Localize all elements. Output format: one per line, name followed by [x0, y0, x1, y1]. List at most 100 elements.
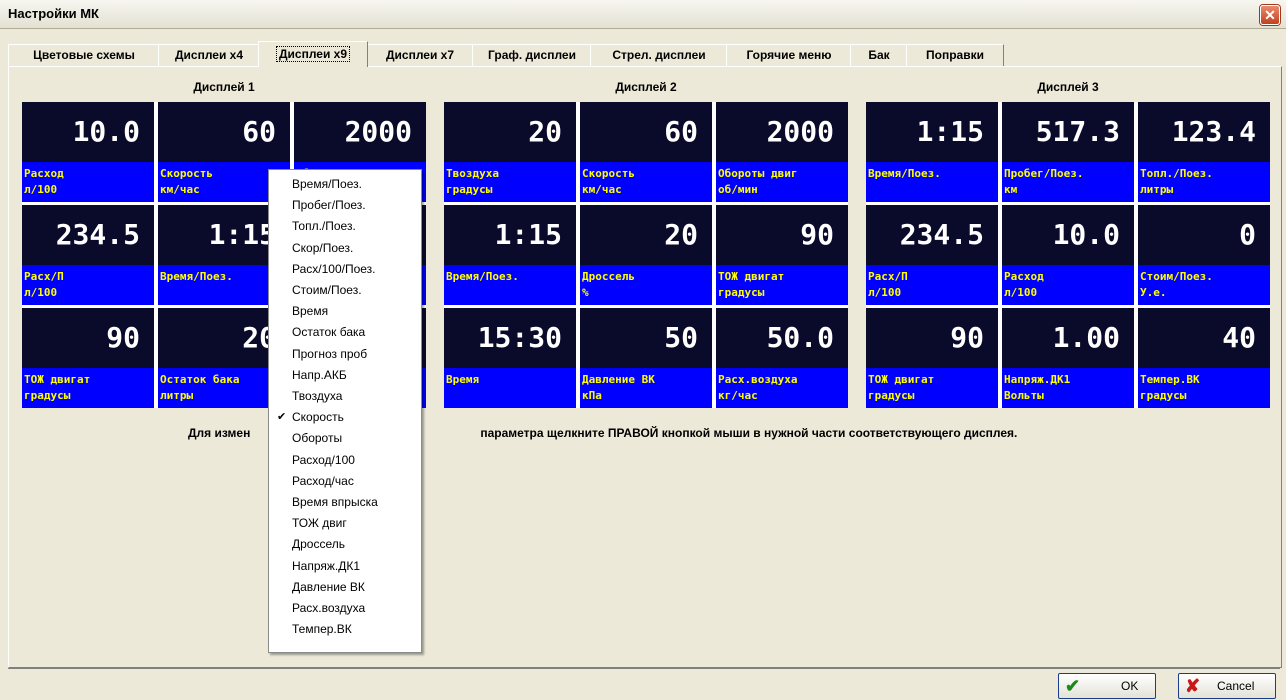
- separator: [8, 668, 1280, 669]
- display-cell[interactable]: 10.0 Расход л/100: [1002, 205, 1134, 305]
- display-cell[interactable]: 1:15 Время/Поез.: [866, 102, 998, 202]
- tab-2[interactable]: Дисплеи х4: [158, 44, 260, 66]
- menu-item[interactable]: Расход/100: [269, 450, 421, 470]
- menu-item[interactable]: Топл./Поез.: [269, 216, 421, 236]
- display-label: Скорость км/час: [580, 162, 712, 202]
- display-cell[interactable]: 2000 Обороты двиг об/мин: [716, 102, 848, 202]
- menu-item-label: Дроссель: [292, 537, 346, 552]
- menu-item[interactable]: Напряж.ДК1: [269, 556, 421, 576]
- menu-item[interactable]: Остаток бака: [269, 322, 421, 342]
- display-label: Расход л/100: [1002, 265, 1134, 305]
- display-cell[interactable]: 20 Твоздуха градусы: [444, 102, 576, 202]
- display-label: ТОЖ двигат градусы: [716, 265, 848, 305]
- display-cell[interactable]: 0 Стоим/Поез. У.е.: [1138, 205, 1270, 305]
- display-label: Расх/П л/100: [866, 265, 998, 305]
- menu-item-label: Напр.АКБ: [292, 367, 347, 382]
- tab-7[interactable]: Горячие меню: [726, 44, 852, 66]
- display-title: Дисплей 1: [193, 80, 255, 94]
- display-cell[interactable]: 1:15 Время/Поез.: [444, 205, 576, 305]
- display-cell[interactable]: 20 Дроссель %: [580, 205, 712, 305]
- display-value: 50.0: [716, 308, 848, 368]
- tab-label: Стрел. дисплеи: [612, 48, 706, 62]
- tab-label: Поправки: [926, 48, 984, 62]
- display-value: 10.0: [1002, 205, 1134, 265]
- display-label: Расход л/100: [22, 162, 154, 202]
- menu-item-label: ТОЖ двиг: [292, 516, 347, 531]
- menu-item[interactable]: Напр.АКБ: [269, 365, 421, 385]
- display-cell[interactable]: 15:30 Время: [444, 308, 576, 408]
- cancel-icon: ✘: [1185, 676, 1201, 696]
- menu-item-label: Пробег/Поез.: [292, 198, 366, 213]
- tab-9[interactable]: Поправки: [906, 44, 1004, 66]
- display-cell[interactable]: 40 Темпер.ВК градусы: [1138, 308, 1270, 408]
- menu-item[interactable]: Скор/Поез.: [269, 238, 421, 258]
- display-cell[interactable]: 234.5 Расх/П л/100: [866, 205, 998, 305]
- menu-item-label: Прогноз проб: [292, 346, 368, 361]
- display-cell[interactable]: 234.5 Расх/П л/100: [22, 205, 154, 305]
- display-label: Время/Поез.: [444, 265, 576, 305]
- menu-item[interactable]: ✔ Скорость: [269, 407, 421, 427]
- menu-item-label: Темпер.ВК: [292, 622, 352, 637]
- display-label: Твоздуха градусы: [444, 162, 576, 202]
- display-value: 1.00: [1002, 308, 1134, 368]
- display-cell[interactable]: 50.0 Расх.воздуха кг/час: [716, 308, 848, 408]
- menu-item[interactable]: Темпер.ВК: [269, 619, 421, 639]
- menu-item[interactable]: Дроссель: [269, 534, 421, 554]
- menu-item[interactable]: Давление ВК: [269, 577, 421, 597]
- menu-item-label: Давление ВК: [292, 579, 365, 594]
- display-value: 60: [580, 102, 712, 162]
- display-label: Напряж.ДК1 Вольты: [1002, 368, 1134, 408]
- menu-item[interactable]: Время/Поез.: [269, 174, 421, 194]
- display-cell[interactable]: 1.00 Напряж.ДК1 Вольты: [1002, 308, 1134, 408]
- display-value: 20: [580, 205, 712, 265]
- display-value: 50: [580, 308, 712, 368]
- display-value: 1:15: [866, 102, 998, 162]
- tab-3[interactable]: Дисплеи х9: [258, 41, 368, 67]
- menu-item[interactable]: Твоздуха: [269, 386, 421, 406]
- menu-item[interactable]: ТОЖ двиг: [269, 513, 421, 533]
- tab-label: Граф. дисплеи: [488, 48, 576, 62]
- tab-6[interactable]: Стрел. дисплеи: [590, 44, 728, 66]
- tab-8[interactable]: Бак: [850, 44, 908, 66]
- menu-item[interactable]: Расх.воздуха: [269, 598, 421, 618]
- display-label: Дроссель %: [580, 265, 712, 305]
- menu-item-label: Твоздуха: [292, 389, 343, 403]
- display-cell[interactable]: 90 ТОЖ двигат градусы: [716, 205, 848, 305]
- display-cell[interactable]: 517.3 Пробег/Поез. км: [1002, 102, 1134, 202]
- close-button[interactable]: ✕: [1260, 5, 1280, 25]
- cancel-button[interactable]: ✘ Cancel: [1178, 673, 1276, 699]
- display-value: 234.5: [866, 205, 998, 265]
- menu-item[interactable]: Пробег/Поез.: [269, 195, 421, 215]
- menu-item[interactable]: Расх/100/Поез.: [269, 259, 421, 279]
- menu-item-label: Стоим/Поез.: [292, 283, 362, 297]
- display-cell[interactable]: 60 Скорость км/час: [580, 102, 712, 202]
- hint-left: Для измен: [188, 426, 251, 440]
- display-value: 10.0: [22, 102, 154, 162]
- tab-1[interactable]: Цветовые схемы: [8, 44, 160, 66]
- display-cell[interactable]: 90 ТОЖ двигат градусы: [866, 308, 998, 408]
- menu-item-label: Остаток бака: [292, 325, 366, 340]
- context-menu: Время/Поез. Пробег/Поез. Топл./Поез. Скор/П…: [268, 169, 422, 653]
- menu-item[interactable]: Время: [269, 301, 421, 321]
- tab-4[interactable]: Дисплеи х7: [366, 44, 474, 66]
- display-value: 15:30: [444, 308, 576, 368]
- display-cell[interactable]: 123.4 Топл./Поез. литры: [1138, 102, 1270, 202]
- ok-button[interactable]: ✔ OK: [1058, 673, 1156, 699]
- menu-item[interactable]: Время впрыска: [269, 492, 421, 512]
- display-label: Топл./Поез. литры: [1138, 162, 1270, 202]
- display-value: 234.5: [22, 205, 154, 265]
- display-cell[interactable]: 90 ТОЖ двигат градусы: [22, 308, 154, 408]
- display-cell[interactable]: 50 Давление ВК кПа: [580, 308, 712, 408]
- menu-item[interactable]: Обороты: [269, 428, 421, 448]
- display-3: 1:15 Время/Поез. 517.3 Пробег/Поез. км 123.4…: [866, 102, 1270, 408]
- menu-item-label: Напряж.ДК1: [292, 558, 361, 573]
- menu-item[interactable]: Стоим/Поез.: [269, 280, 421, 300]
- display-value: 2000: [294, 102, 426, 162]
- tab-5[interactable]: Граф. дисплеи: [472, 44, 592, 66]
- menu-item-label: Время: [292, 304, 329, 319]
- display-cell[interactable]: 10.0 Расход л/100: [22, 102, 154, 202]
- menu-item[interactable]: Расход/час: [269, 471, 421, 491]
- display-label: Время: [444, 368, 576, 408]
- menu-item[interactable]: Прогноз проб: [269, 344, 421, 364]
- display-value: 90: [22, 308, 154, 368]
